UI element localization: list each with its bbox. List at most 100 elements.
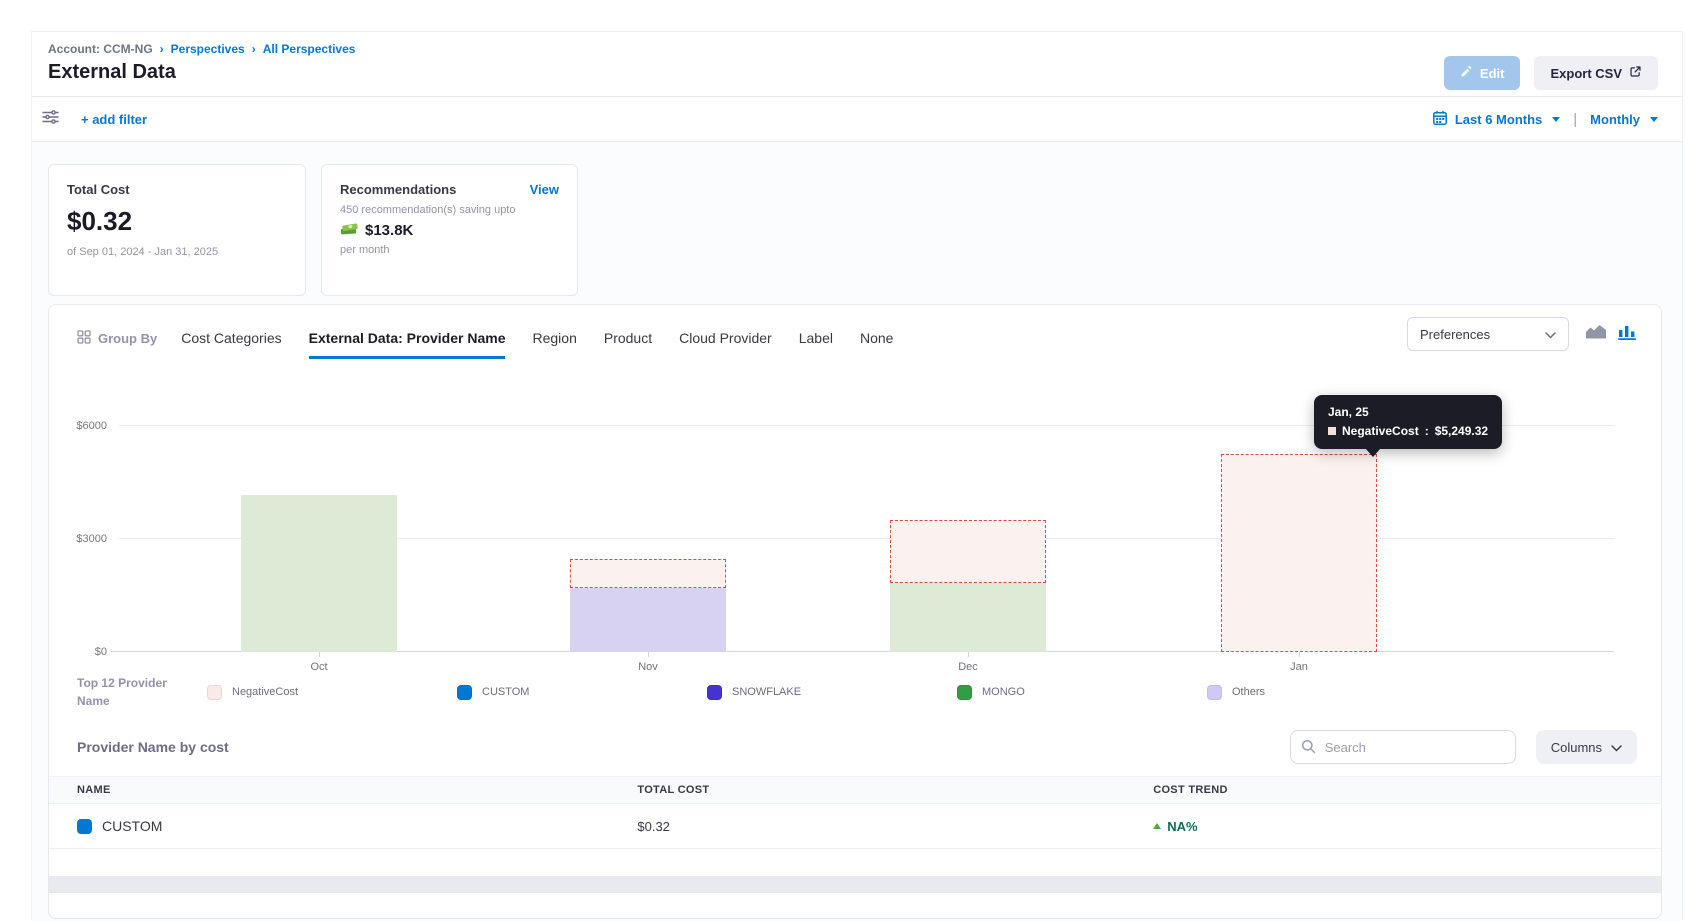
chevron-down-icon xyxy=(1545,327,1556,342)
row-swatch xyxy=(77,819,92,834)
tab-region[interactable]: Region xyxy=(532,330,576,359)
table-row-partial xyxy=(49,849,1661,876)
x-axis-tick xyxy=(319,652,320,657)
edit-button[interactable]: Edit xyxy=(1444,56,1521,90)
legend-label: Others xyxy=(1232,686,1265,698)
bar-oct-mongo[interactable] xyxy=(241,495,397,652)
chart-legend: Top 12 Provider Name NegativeCost CUSTOM S… xyxy=(49,652,1661,710)
x-axis-label-oct: Oct xyxy=(310,661,327,673)
row-name-cell: CUSTOM xyxy=(77,818,637,834)
legend-item-custom[interactable]: CUSTOM xyxy=(457,685,707,700)
legend-title: Top 12 Provider Name xyxy=(77,674,195,710)
date-range-dropdown[interactable]: Last 6 Months xyxy=(1455,112,1542,127)
cost-chart: Jan, 25 NegativeCost : $5,249.32 $0$3000… xyxy=(49,387,1661,652)
breadcrumb-separator-icon: › xyxy=(160,42,164,56)
bar-dec-negativecost[interactable] xyxy=(890,520,1046,583)
total-cost-value: $0.32 xyxy=(67,206,287,237)
total-cost-period: of Sep 01, 2024 - Jan 31, 2025 xyxy=(67,246,287,258)
perspective-panel: Group By Cost Categories External Data: P… xyxy=(48,304,1662,919)
x-axis-label-dec: Dec xyxy=(958,661,978,673)
breadcrumb-item-all-perspectives[interactable]: All Perspectives xyxy=(263,42,356,56)
tab-cloud-provider[interactable]: Cloud Provider xyxy=(679,330,772,359)
legend-swatch-snowflake xyxy=(707,685,722,700)
tooltip-value: $5,249.32 xyxy=(1435,424,1488,438)
add-filter-button[interactable]: + add filter xyxy=(81,112,147,127)
tooltip-title: Jan, 25 xyxy=(1328,405,1488,419)
recommendations-amount: $13.8K xyxy=(365,222,413,239)
tab-product[interactable]: Product xyxy=(604,330,652,359)
tab-none[interactable]: None xyxy=(860,330,893,359)
column-header-total-cost: TOTAL COST xyxy=(637,777,1153,804)
chart-tooltip: Jan, 25 NegativeCost : $5,249.32 xyxy=(1314,395,1502,449)
granularity-dropdown[interactable]: Monthly xyxy=(1590,112,1640,127)
calendar-icon xyxy=(1432,110,1448,129)
table-header-row: NAMETOTAL COSTCOST TREND xyxy=(49,777,1661,804)
tab-external-data-provider-name[interactable]: External Data: Provider Name xyxy=(309,330,506,359)
bar-jan-negativecost[interactable] xyxy=(1221,454,1377,652)
table-title: Provider Name by cost xyxy=(77,739,229,755)
breadcrumb: Account: CCM-NG›Perspectives›All Perspec… xyxy=(48,42,1658,56)
table-search xyxy=(1290,730,1516,764)
top-bar: Account: CCM-NG›Perspectives›All Perspec… xyxy=(32,32,1682,97)
date-range-caret-icon[interactable] xyxy=(1552,117,1560,122)
legend-item-others[interactable]: Others xyxy=(1207,685,1457,700)
legend-item-snowflake[interactable]: SNOWFLAKE xyxy=(707,685,957,700)
filter-divider: | xyxy=(1573,111,1577,128)
table-row-custom[interactable]: CUSTOM $0.32 NA% xyxy=(49,804,1661,849)
chart-controls: Preferences xyxy=(1407,317,1637,359)
content-area: Total Cost $0.32 of Sep 01, 2024 - Jan 3… xyxy=(32,142,1682,921)
topbar-actions: Edit Export CSV xyxy=(1444,56,1658,90)
recommendations-card: Recommendations View 450 recommendation(… xyxy=(321,164,578,296)
tooltip-series-name: NegativeCost xyxy=(1342,424,1419,438)
total-cost-card: Total Cost $0.32 of Sep 01, 2024 - Jan 3… xyxy=(48,164,306,296)
breadcrumb-item-perspectives[interactable]: Perspectives xyxy=(171,42,245,56)
bar-nov-negativecost[interactable] xyxy=(570,559,726,588)
export-csv-label: Export CSV xyxy=(1550,66,1622,81)
legend-swatch-mongo xyxy=(957,685,972,700)
pencil-icon xyxy=(1460,65,1473,81)
row-cost-trend: NA% xyxy=(1153,819,1661,834)
time-filters: Last 6 Months | Monthly xyxy=(1432,110,1658,129)
columns-button[interactable]: Columns xyxy=(1536,730,1637,764)
trend-up-icon xyxy=(1153,823,1161,829)
row-total-cost: $0.32 xyxy=(637,804,1153,849)
x-axis-label-jan: Jan xyxy=(1290,661,1308,673)
filter-settings-icon[interactable] xyxy=(42,109,59,130)
column-header-name: NAME xyxy=(49,777,637,804)
recommendations-label: Recommendations xyxy=(340,182,456,197)
grid-icon xyxy=(77,330,91,347)
preferences-select[interactable]: Preferences xyxy=(1407,317,1569,351)
legend-swatch-negativecost xyxy=(207,685,222,700)
area-chart-icon[interactable] xyxy=(1585,323,1607,345)
trend-value: NA% xyxy=(1167,819,1197,834)
legend-item-mongo[interactable]: MONGO xyxy=(957,685,1207,700)
export-csv-button[interactable]: Export CSV xyxy=(1534,56,1658,90)
columns-button-label: Columns xyxy=(1551,740,1602,755)
bar-dec-mongo[interactable] xyxy=(890,583,1046,652)
y-axis-label: $0 xyxy=(95,646,107,658)
group-by-label: Group By xyxy=(77,330,157,359)
external-link-icon xyxy=(1629,65,1642,81)
money-icon xyxy=(340,221,359,240)
legend-item-negativecost[interactable]: NegativeCost xyxy=(207,685,457,700)
page-frame: Account: CCM-NG›Perspectives›All Perspec… xyxy=(31,31,1683,920)
bar-chart-icon[interactable] xyxy=(1617,323,1637,345)
column-header-cost-trend: COST TREND xyxy=(1153,777,1661,804)
granularity-caret-icon[interactable] xyxy=(1650,117,1658,122)
bar-nov-snowflake[interactable] xyxy=(570,588,726,652)
group-by-row: Group By Cost Categories External Data: P… xyxy=(49,305,1661,359)
row-name: CUSTOM xyxy=(102,818,162,834)
group-by-tabs: Cost Categories External Data: Provider N… xyxy=(181,330,893,359)
search-input[interactable] xyxy=(1290,730,1516,764)
recommendations-view-link[interactable]: View xyxy=(530,182,559,197)
tab-cost-categories[interactable]: Cost Categories xyxy=(181,330,281,359)
summary-cards: Total Cost $0.32 of Sep 01, 2024 - Jan 3… xyxy=(48,164,1662,296)
legend-label: MONGO xyxy=(982,686,1025,698)
chart-plot-area: Jan, 25 NegativeCost : $5,249.32 $0$3000… xyxy=(119,387,1614,652)
tab-label[interactable]: Label xyxy=(799,330,833,359)
legend-label: CUSTOM xyxy=(482,686,529,698)
x-axis-tick xyxy=(968,652,969,657)
legend-label: SNOWFLAKE xyxy=(732,686,801,698)
page-title: External Data xyxy=(48,61,1658,84)
y-axis-label: $3000 xyxy=(76,533,107,545)
